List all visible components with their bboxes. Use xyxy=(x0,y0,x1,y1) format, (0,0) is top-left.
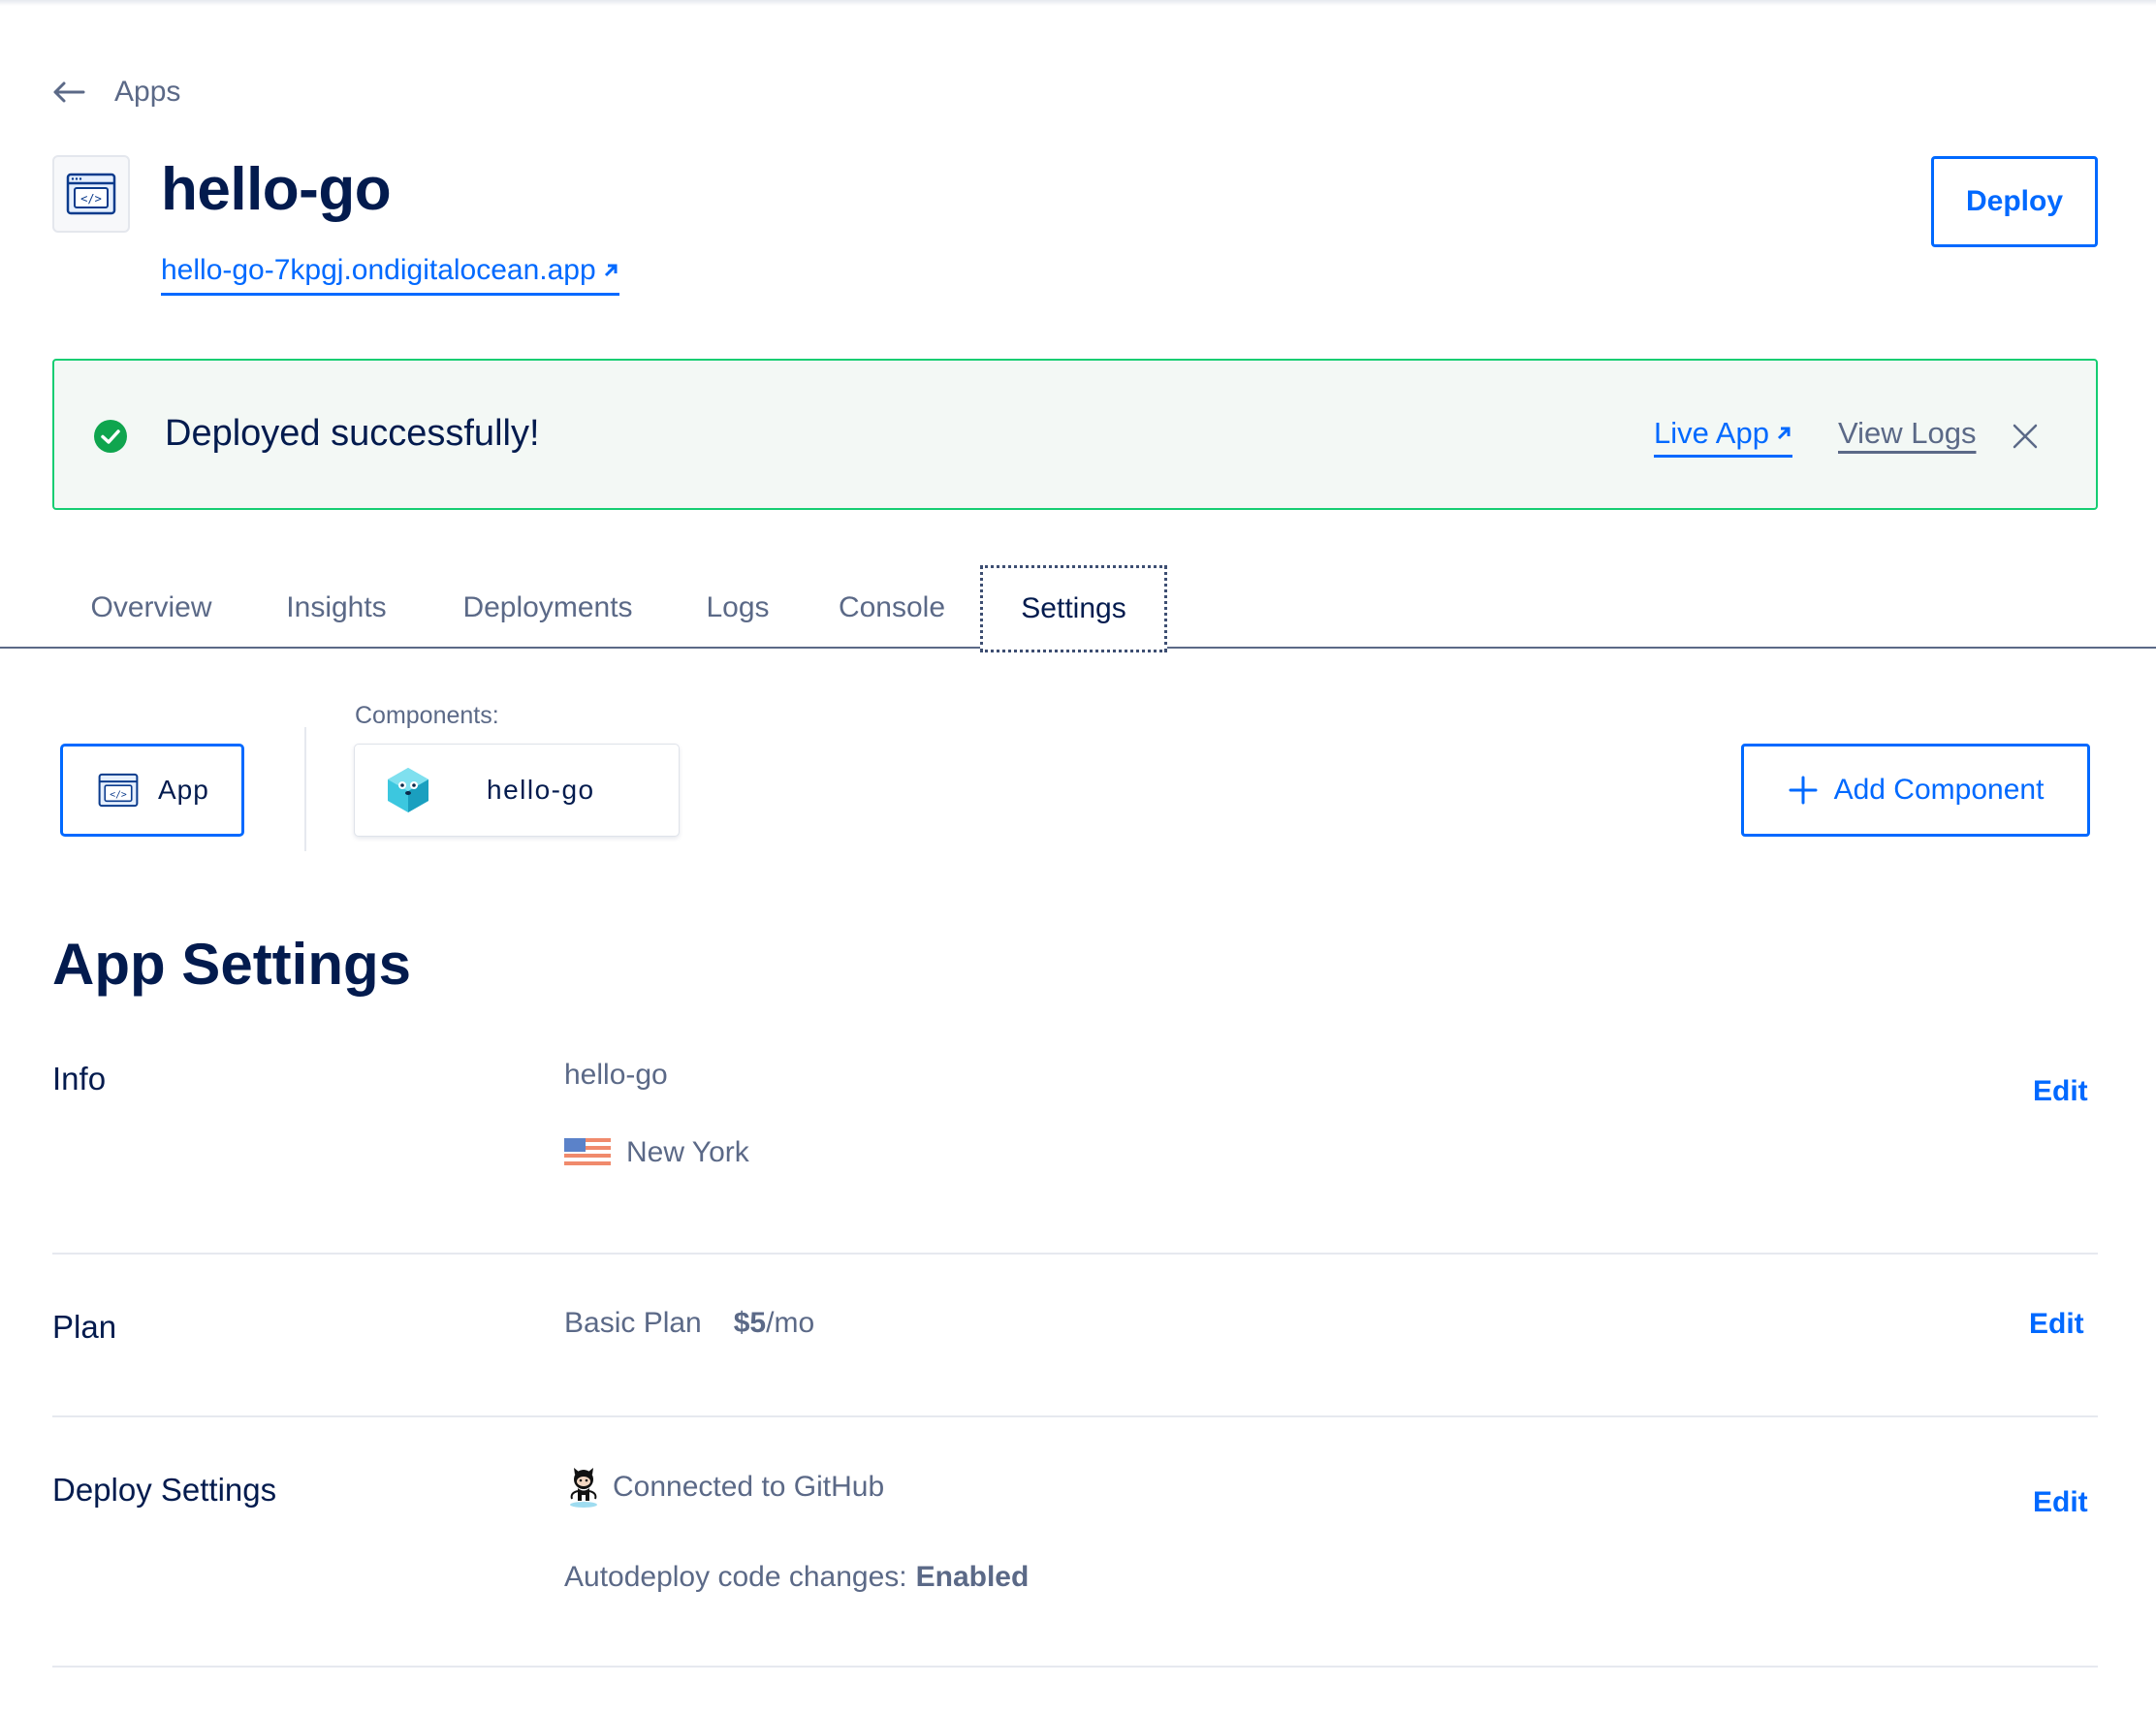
tab-insights[interactable]: Insights xyxy=(266,567,407,649)
edit-plan-link[interactable]: Edit xyxy=(2029,1308,2084,1341)
info-app-name: hello-go xyxy=(564,1059,668,1091)
section-title: App Settings xyxy=(52,932,411,997)
row-divider xyxy=(52,1253,2098,1255)
edit-deploy-settings-link[interactable]: Edit xyxy=(2033,1486,2088,1519)
app-icon: </> xyxy=(52,155,130,233)
plan-period: /mo xyxy=(766,1307,815,1339)
autodeploy-row: Autodeploy code changes: Enabled xyxy=(564,1561,1029,1594)
plan-value: Basic Plan $5 /mo xyxy=(564,1307,814,1340)
live-app-link[interactable]: Live App xyxy=(1654,416,1792,458)
tab-logs[interactable]: Logs xyxy=(688,567,787,649)
back-label: Apps xyxy=(114,76,181,108)
go-gopher-icon xyxy=(388,768,428,812)
edit-info-link[interactable]: Edit xyxy=(2033,1075,2088,1108)
app-url-text: hello-go-7kpgj.ondigitalocean.app xyxy=(161,254,596,286)
component-card[interactable]: hello-go xyxy=(354,744,680,837)
app-component-label: App xyxy=(158,775,209,805)
autodeploy-label: Autodeploy code changes: xyxy=(564,1561,907,1593)
plan-name: Basic Plan xyxy=(564,1307,702,1339)
tab-bar: Overview Insights Deployments Logs Conso… xyxy=(0,565,2156,652)
deploy-button[interactable]: Deploy xyxy=(1931,156,2098,247)
github-octocat-icon xyxy=(570,1468,597,1508)
plus-icon xyxy=(1789,776,1818,805)
deploy-source: Connected to GitHub xyxy=(564,1466,884,1509)
live-app-label: Live App xyxy=(1654,416,1769,450)
deploy-settings-label: Deploy Settings xyxy=(52,1472,277,1508)
page-title: hello-go xyxy=(161,156,392,223)
components-divider xyxy=(304,727,306,851)
app-component-button[interactable]: </> App xyxy=(60,744,244,837)
deploy-source-text: Connected to GitHub xyxy=(613,1471,885,1503)
plan-price: $5 xyxy=(733,1307,767,1339)
back-to-apps-link[interactable]: Apps xyxy=(52,76,180,109)
svg-text:</>: </> xyxy=(110,789,127,800)
app-url-link[interactable]: hello-go-7kpgj.ondigitalocean.app xyxy=(161,254,619,296)
row-divider xyxy=(52,1666,2098,1668)
external-link-icon xyxy=(1777,427,1791,440)
add-component-label: Add Component xyxy=(1833,774,2045,806)
tab-overview[interactable]: Overview xyxy=(66,567,237,649)
banner-message: Deployed successfully! xyxy=(165,413,540,454)
arrow-left-icon xyxy=(53,81,85,103)
code-window-icon: </> xyxy=(66,173,116,215)
info-region: New York xyxy=(564,1136,749,1169)
row-divider xyxy=(52,1415,2098,1417)
deploy-success-banner: Deployed successfully! Live App View Log… xyxy=(52,359,2098,510)
region-name: New York xyxy=(626,1136,749,1168)
tab-console[interactable]: Console xyxy=(816,567,967,649)
top-shadow xyxy=(0,0,2156,6)
code-window-icon: </> xyxy=(98,773,139,808)
plan-label: Plan xyxy=(52,1309,117,1345)
info-label: Info xyxy=(52,1061,107,1096)
add-component-button[interactable]: Add Component xyxy=(1741,744,2090,837)
close-icon[interactable] xyxy=(2011,422,2040,451)
autodeploy-value: Enabled xyxy=(915,1561,1030,1593)
check-circle-icon xyxy=(94,420,127,453)
component-name: hello-go xyxy=(487,775,595,805)
components-label: Components: xyxy=(355,702,499,729)
tab-deployments[interactable]: Deployments xyxy=(436,567,659,649)
external-link-icon xyxy=(604,264,618,277)
tab-settings[interactable]: Settings xyxy=(980,565,1167,652)
svg-text:</>: </> xyxy=(80,192,102,206)
view-logs-link[interactable]: View Logs xyxy=(1838,416,1976,451)
us-flag-icon xyxy=(564,1138,611,1167)
